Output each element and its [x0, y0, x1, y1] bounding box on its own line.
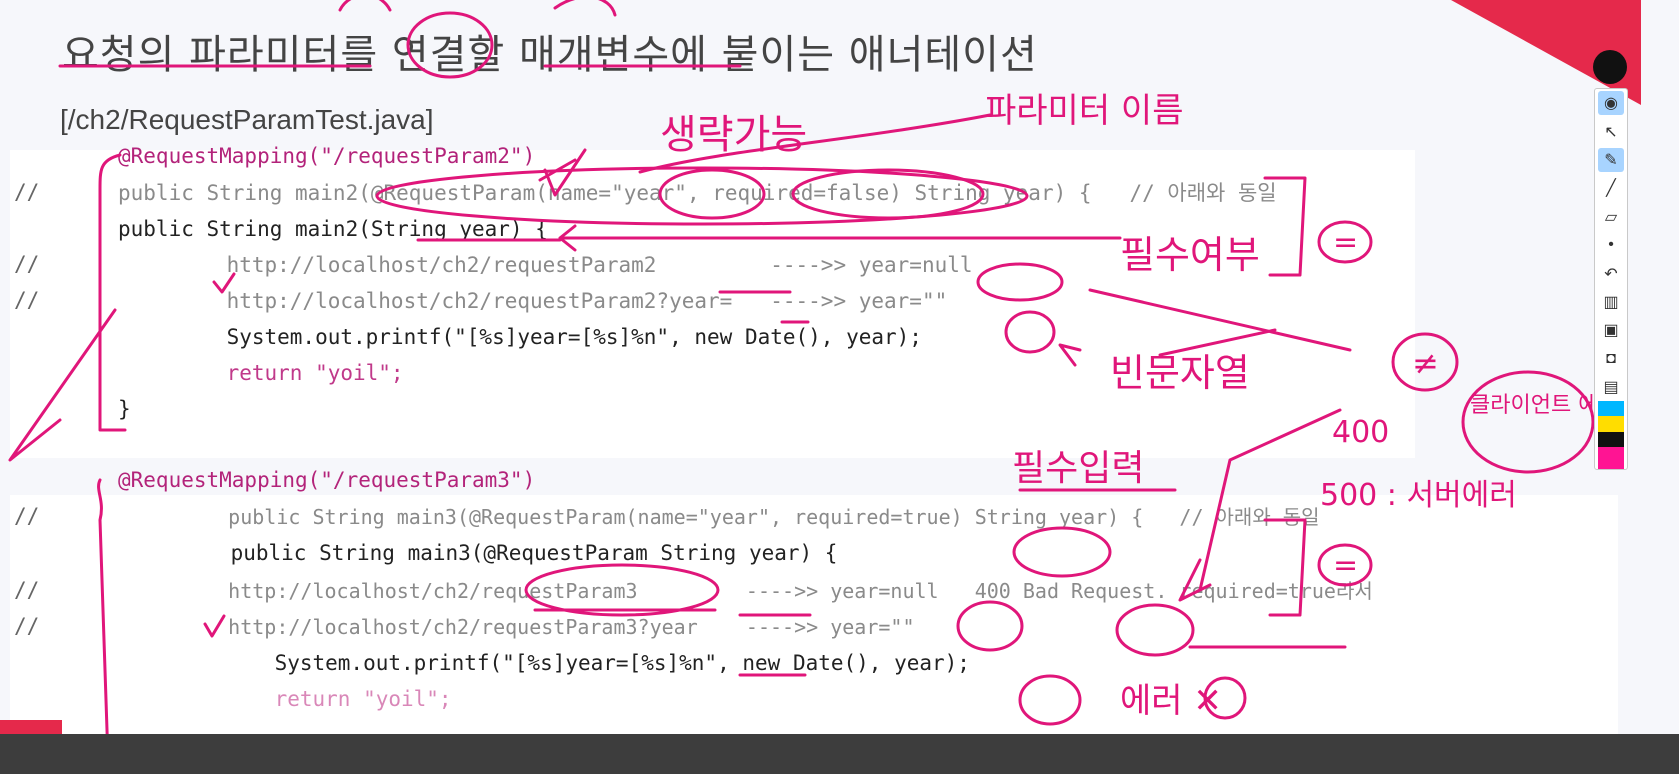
pen-annotation-layer: 생략가능 파라미터 이름 필수여부 빈문자열 필수입력 클라이언트 에러 400…: [8, 0, 1619, 762]
note-text: 500 : 서버에러: [1320, 478, 1517, 513]
color-swatch-pink[interactable]: [1598, 446, 1624, 470]
pen-app-logo[interactable]: [1593, 50, 1627, 84]
circle-stroke: [976, 262, 1064, 302]
color-swatch-yellow[interactable]: [1598, 416, 1624, 432]
check-stroke: [203, 614, 226, 638]
arrow-stroke: [558, 224, 1122, 252]
color-swatch-black[interactable]: [1598, 431, 1624, 447]
brace-stroke: [98, 153, 127, 432]
circle-stroke: [658, 168, 766, 220]
note-text: 빈문자열: [1110, 351, 1250, 395]
circle-stroke: [1018, 674, 1082, 726]
highlighter-icon[interactable]: ✎: [1598, 147, 1624, 173]
arc-stroke: [338, 0, 392, 12]
circle-stroke: [1012, 526, 1112, 578]
brace-stroke: [97, 478, 110, 762]
circle-stroke: [956, 600, 1024, 652]
note-text: 필수여부: [1120, 233, 1260, 277]
note-text: 필수입력: [1012, 448, 1144, 489]
slide: 요청의 파라미터를 연결할 매개변수에 붙이는 애너테이션 [/ch2/Requ…: [0, 0, 1679, 774]
eye-icon[interactable]: ◉: [1598, 91, 1624, 116]
color-swatch-blue[interactable]: [1598, 401, 1624, 417]
camera-icon[interactable]: ◘: [1598, 347, 1624, 371]
circle-stroke: [1004, 310, 1056, 354]
video-control-bar[interactable]: [0, 734, 1679, 774]
circle-stroke: [1461, 370, 1595, 474]
note-text: 400: [1332, 415, 1389, 450]
undo-icon[interactable]: ↶: [1598, 261, 1624, 285]
dot-icon[interactable]: •: [1598, 233, 1624, 257]
bracket-stroke: [1263, 518, 1307, 617]
note-text: 생략가능: [660, 112, 807, 158]
circle-stroke: [1115, 603, 1195, 657]
check-stroke: [212, 272, 236, 294]
note-text: 에러 ✕: [1120, 681, 1222, 721]
note-text: =: [1333, 548, 1358, 583]
circle-stroke: [791, 168, 985, 220]
trash-icon[interactable]: ▥: [1598, 290, 1624, 314]
pointer-icon[interactable]: ↖: [1598, 119, 1624, 143]
clipboard-icon[interactable]: ▤: [1598, 375, 1624, 399]
circle-stroke: [406, 11, 494, 79]
screen-icon[interactable]: ▣: [1598, 318, 1624, 342]
arc-stroke: [553, 0, 617, 17]
note-text: 파라미터 이름: [985, 91, 1184, 131]
note-text: ≠: [1412, 344, 1439, 382]
bracket-stroke: [1263, 176, 1307, 277]
pen-icon[interactable]: ╱: [1598, 176, 1624, 200]
circle-stroke: [524, 563, 720, 617]
note-text: =: [1333, 225, 1358, 260]
pen-toolbar: ◉ ↖ ✎ ╱ ▱ • ↶ ▥ ▣ ◘ ▤: [1594, 88, 1628, 470]
eraser-icon[interactable]: ▱: [1598, 205, 1624, 229]
underline-stroke: [738, 613, 812, 677]
red-corner-mark: [0, 720, 62, 734]
